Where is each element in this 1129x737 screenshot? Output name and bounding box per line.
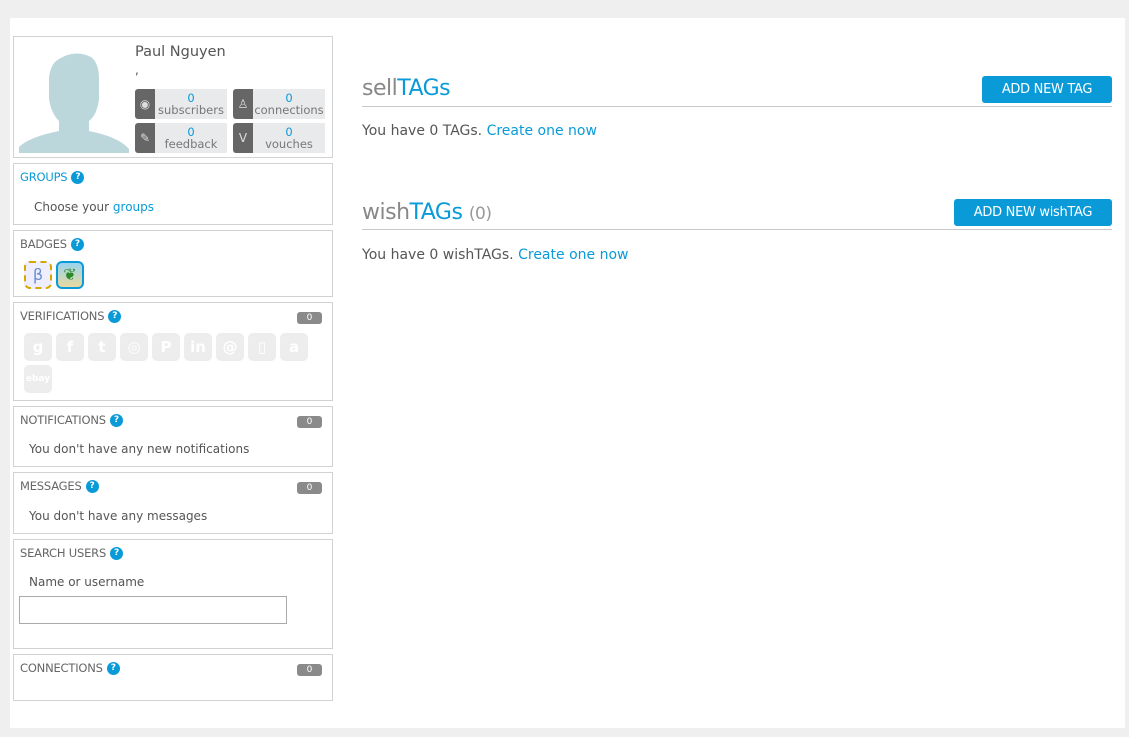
amazon-icon[interactable]: a <box>280 333 308 361</box>
search-users-title-text: SEARCH USERS <box>20 546 107 560</box>
divider <box>362 106 1112 107</box>
messages-count: 0 <box>297 482 322 494</box>
stat-feedback[interactable]: ✎ 0 feedback <box>135 123 227 153</box>
verifications-title: VERIFICATIONS? <box>20 309 122 323</box>
search-users-label: Name or username <box>29 575 145 589</box>
stat-label: connections <box>254 103 324 117</box>
verifications-title-text: VERIFICATIONS <box>20 309 105 323</box>
avatar <box>19 53 129 153</box>
badges-title-text: BADGES <box>20 237 67 251</box>
beta-badge-icon[interactable]: β <box>24 261 52 289</box>
groups-link[interactable]: groups <box>113 200 154 214</box>
search-users-panel: SEARCH USERS? Name or username <box>13 539 333 649</box>
instagram-icon[interactable]: ◎ <box>120 333 148 361</box>
groups-panel: GROUPS? Choose your groups <box>13 163 333 225</box>
profile-subtitle: , <box>135 63 139 77</box>
help-icon[interactable]: ? <box>70 237 84 251</box>
title-part: TAGs <box>397 76 451 101</box>
google-plus-icon[interactable]: g <box>24 333 52 361</box>
notifications-title: NOTIFICATIONS? <box>20 413 123 427</box>
messages-title-text: MESSAGES <box>20 479 82 493</box>
badges-panel: BADGES? β ❦ <box>13 230 333 297</box>
phone-icon[interactable]: ▯ <box>248 333 276 361</box>
messages-text: You don't have any messages <box>29 509 208 523</box>
twitter-icon[interactable]: t <box>88 333 116 361</box>
create-wishtag-link[interactable]: Create one now <box>518 247 628 263</box>
help-icon[interactable]: ? <box>85 479 99 493</box>
connections-title-text: CONNECTIONS <box>20 661 103 675</box>
stat-label: subscribers <box>158 103 224 117</box>
selltags-text-prefix: You have 0 TAGs. <box>362 123 487 139</box>
notifications-text: You don't have any new notifications <box>29 442 250 456</box>
selltags-text: You have 0 TAGs. Create one now <box>362 123 597 139</box>
person-icon: ♙ <box>233 89 253 119</box>
paypal-icon[interactable]: P <box>152 333 180 361</box>
help-icon[interactable]: ? <box>108 309 122 323</box>
add-new-tag-button[interactable]: ADD NEW TAG <box>982 76 1112 103</box>
verifications-panel: VERIFICATIONS? 0 g f t ◎ P in @ ▯ a ebay <box>13 302 333 401</box>
linkedin-icon[interactable]: in <box>184 333 212 361</box>
title-part: TAGs <box>409 200 463 225</box>
notifications-title-text: NOTIFICATIONS <box>20 413 106 427</box>
title-part: wish <box>362 200 410 225</box>
groups-text-prefix: Choose your <box>34 200 113 214</box>
stat-connections[interactable]: ♙ 0 connections <box>233 89 325 119</box>
profile-name[interactable]: Paul Nguyen <box>135 44 226 60</box>
search-users-title: SEARCH USERS? <box>20 546 124 560</box>
facebook-icon[interactable]: f <box>56 333 84 361</box>
selltags-title: sellTAGs <box>362 76 451 101</box>
help-icon[interactable]: ? <box>71 170 85 184</box>
add-new-wishtag-button[interactable]: ADD NEW wishTAG <box>954 199 1112 226</box>
shield-v-icon: V <box>233 123 253 153</box>
help-icon[interactable]: ? <box>110 546 124 560</box>
wishtags-count: (0) <box>468 204 492 224</box>
wishtags-text-prefix: You have 0 wishTAGs. <box>362 247 519 263</box>
wishtags-text: You have 0 wishTAGs. Create one now <box>362 247 628 263</box>
profile-panel: Paul Nguyen , ◉ 0 subscribers ♙ 0 connection… <box>13 36 333 158</box>
groups-text: Choose your groups <box>34 200 154 214</box>
messages-title: MESSAGES? <box>20 479 99 493</box>
title-part: sell <box>362 76 398 101</box>
help-icon[interactable]: ? <box>106 661 120 675</box>
verifications-count: 0 <box>297 312 322 324</box>
feedback-icon: ✎ <box>135 123 155 153</box>
notifications-panel: NOTIFICATIONS? 0 You don't have any new … <box>13 406 333 467</box>
groups-title-text: GROUPS <box>20 170 68 184</box>
sprout-badge-icon[interactable]: ❦ <box>56 261 84 289</box>
badges-title: BADGES? <box>20 237 84 251</box>
email-icon[interactable]: @ <box>216 333 244 361</box>
notifications-count: 0 <box>297 416 322 428</box>
connections-title: CONNECTIONS? <box>20 661 120 675</box>
stat-vouches[interactable]: V 0 vouches <box>233 123 325 153</box>
messages-panel: MESSAGES? 0 You don't have any messages <box>13 472 333 534</box>
stat-subscribers[interactable]: ◉ 0 subscribers <box>135 89 227 119</box>
help-icon[interactable]: ? <box>109 413 123 427</box>
divider <box>362 229 1112 230</box>
stat-label: feedback <box>164 137 218 151</box>
search-users-input[interactable] <box>19 596 287 624</box>
rss-icon: ◉ <box>135 89 155 119</box>
groups-title[interactable]: GROUPS? <box>20 170 85 184</box>
wishtags-title: wishTAGs (0) <box>362 200 492 225</box>
create-tag-link[interactable]: Create one now <box>487 123 597 139</box>
stat-label: vouches <box>265 137 313 151</box>
connections-panel: CONNECTIONS? 0 <box>13 654 333 701</box>
connections-count: 0 <box>297 664 322 676</box>
ebay-icon[interactable]: ebay <box>24 365 52 393</box>
